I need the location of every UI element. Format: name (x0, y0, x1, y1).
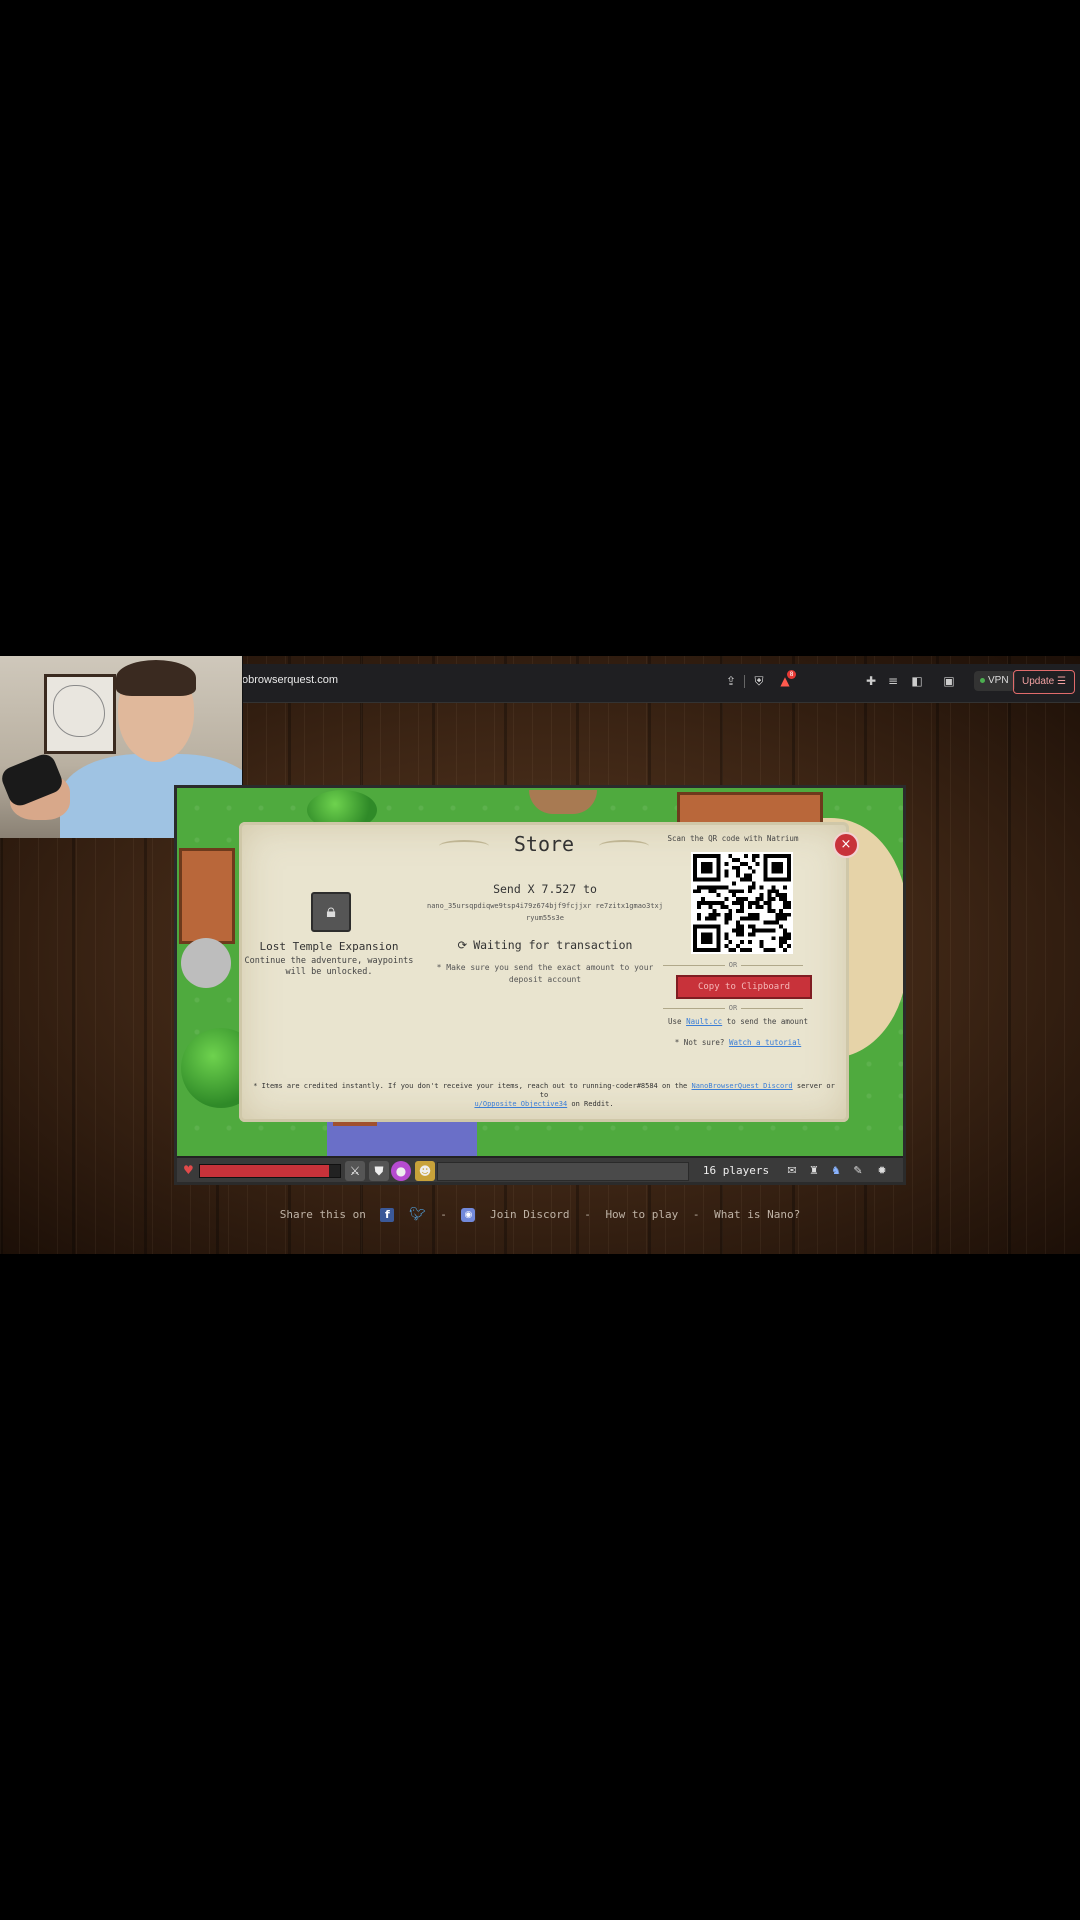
join-discord-link[interactable]: Join Discord (490, 1208, 569, 1221)
armor-icon[interactable]: ⛊ (369, 1161, 389, 1181)
vpn-label: VPN (988, 675, 1009, 686)
chat-input[interactable] (437, 1162, 689, 1181)
lock-icon: 🔒︎ (311, 892, 351, 932)
pet-icon[interactable]: ☻ (415, 1161, 435, 1181)
orb-icon[interactable]: ● (391, 1161, 411, 1181)
vpn-status-dot (980, 677, 985, 683)
refresh-icon: ⟳ (457, 938, 468, 952)
achievements-icon[interactable]: ♜ (805, 1162, 823, 1180)
stone-path (181, 938, 231, 988)
waiting-status: ⟳ Waiting for transaction (425, 938, 665, 952)
share-icon[interactable]: ⇪ (724, 674, 738, 688)
deposit-address[interactable]: nano_35ursqpdiqwe9tsp4i79z674bjf9fcjjxr … (425, 900, 665, 924)
separator: - (584, 1207, 591, 1221)
copy-to-clipboard-button[interactable]: Copy to Clipboard (676, 975, 812, 999)
game-hud: ♥ ⚔ ⛊ ● ☻ 16 players ✉ ♜ ♞ ✎ ✹ (177, 1156, 903, 1182)
close-button[interactable]: × (833, 832, 859, 858)
chat-icon[interactable]: ✉ (783, 1162, 801, 1180)
what-is-nano-link[interactable]: What is Nano? (714, 1208, 800, 1221)
health-bar (199, 1164, 341, 1178)
discord-icon[interactable]: ◉ (461, 1207, 476, 1222)
tutorial-link[interactable]: Watch a tutorial (729, 1038, 801, 1047)
toolbar-divider (744, 675, 745, 688)
nault-link[interactable]: Nault.cc (686, 1017, 722, 1026)
party-icon[interactable]: ♞ (827, 1162, 845, 1180)
separator: - (692, 1207, 700, 1221)
heart-icon: ♥ (183, 1163, 194, 1177)
update-button[interactable]: Update ☰ (1013, 670, 1075, 694)
playlist-icon[interactable]: ≡ (886, 674, 900, 688)
notification-badge: 8 (787, 670, 796, 679)
or-separator: OR (663, 1004, 803, 1012)
wall-map-picture (44, 674, 116, 754)
skills-icon[interactable]: ✎ (849, 1162, 867, 1180)
sidebar-icon[interactable]: ◧ (910, 674, 924, 688)
qr-code[interactable] (691, 852, 793, 954)
separator: - (440, 1207, 447, 1221)
update-label: Update (1022, 676, 1055, 687)
exact-amount-note: * Make sure you send the exact amount to… (436, 963, 654, 984)
nault-instruction: Use Nault.cc to send the amount (668, 1017, 808, 1026)
reddit-link[interactable]: u/Opposite_Objective34 (474, 1100, 567, 1108)
waiting-label: Waiting for transaction (473, 938, 633, 952)
credit-footer-note: * Items are credited instantly. If you d… (253, 1082, 835, 1108)
house (179, 848, 235, 944)
qr-label: Scan the QR code with Natrium (667, 834, 799, 843)
extensions-icon[interactable]: ✚ (864, 674, 878, 688)
twitter-icon[interactable]: 🐦︎ (409, 1207, 426, 1222)
share-footer: Share this on f 🐦︎ - ◉ Join Discord - Ho… (0, 1207, 1080, 1222)
send-amount: Send X 7.527 to (493, 882, 597, 896)
wallet-icon[interactable]: ▣ (942, 674, 956, 688)
person-hair (116, 660, 196, 696)
share-label: Share this on (279, 1207, 366, 1221)
vpn-button[interactable]: VPN (974, 671, 1015, 691)
discord-link[interactable]: NanoBrowserQuest Discord (692, 1082, 793, 1090)
product-name: Lost Temple Expansion (259, 940, 399, 953)
game-window: Store × 🔒︎ Lost Temple Expansion Continu… (174, 785, 906, 1185)
or-separator: OR (663, 961, 803, 969)
sword-icon[interactable]: ⚔ (345, 1161, 365, 1181)
menu-icon: ☰ (1057, 676, 1066, 687)
product-description: Continue the adventure, waypoints will b… (244, 956, 414, 977)
address-bar-url[interactable]: obrowserquest.com (242, 674, 338, 686)
brave-shield-icon[interactable]: ⛨ (752, 674, 766, 688)
player-count: 16 players (702, 1164, 770, 1177)
settings-icon[interactable]: ✹ (873, 1162, 891, 1180)
facebook-icon[interactable]: f (380, 1207, 395, 1222)
store-dialog: Store × 🔒︎ Lost Temple Expansion Continu… (239, 822, 859, 1122)
video-frame: obrowserquest.com ⇪ ⛨ ▲ 8 ✚ ≡ ◧ ▣ VPN Up… (0, 656, 1080, 1254)
how-to-play-link[interactable]: How to play (605, 1208, 678, 1221)
tutorial-instruction: * Not sure? Watch a tutorial (674, 1038, 802, 1047)
health-bar-fill (200, 1165, 329, 1177)
